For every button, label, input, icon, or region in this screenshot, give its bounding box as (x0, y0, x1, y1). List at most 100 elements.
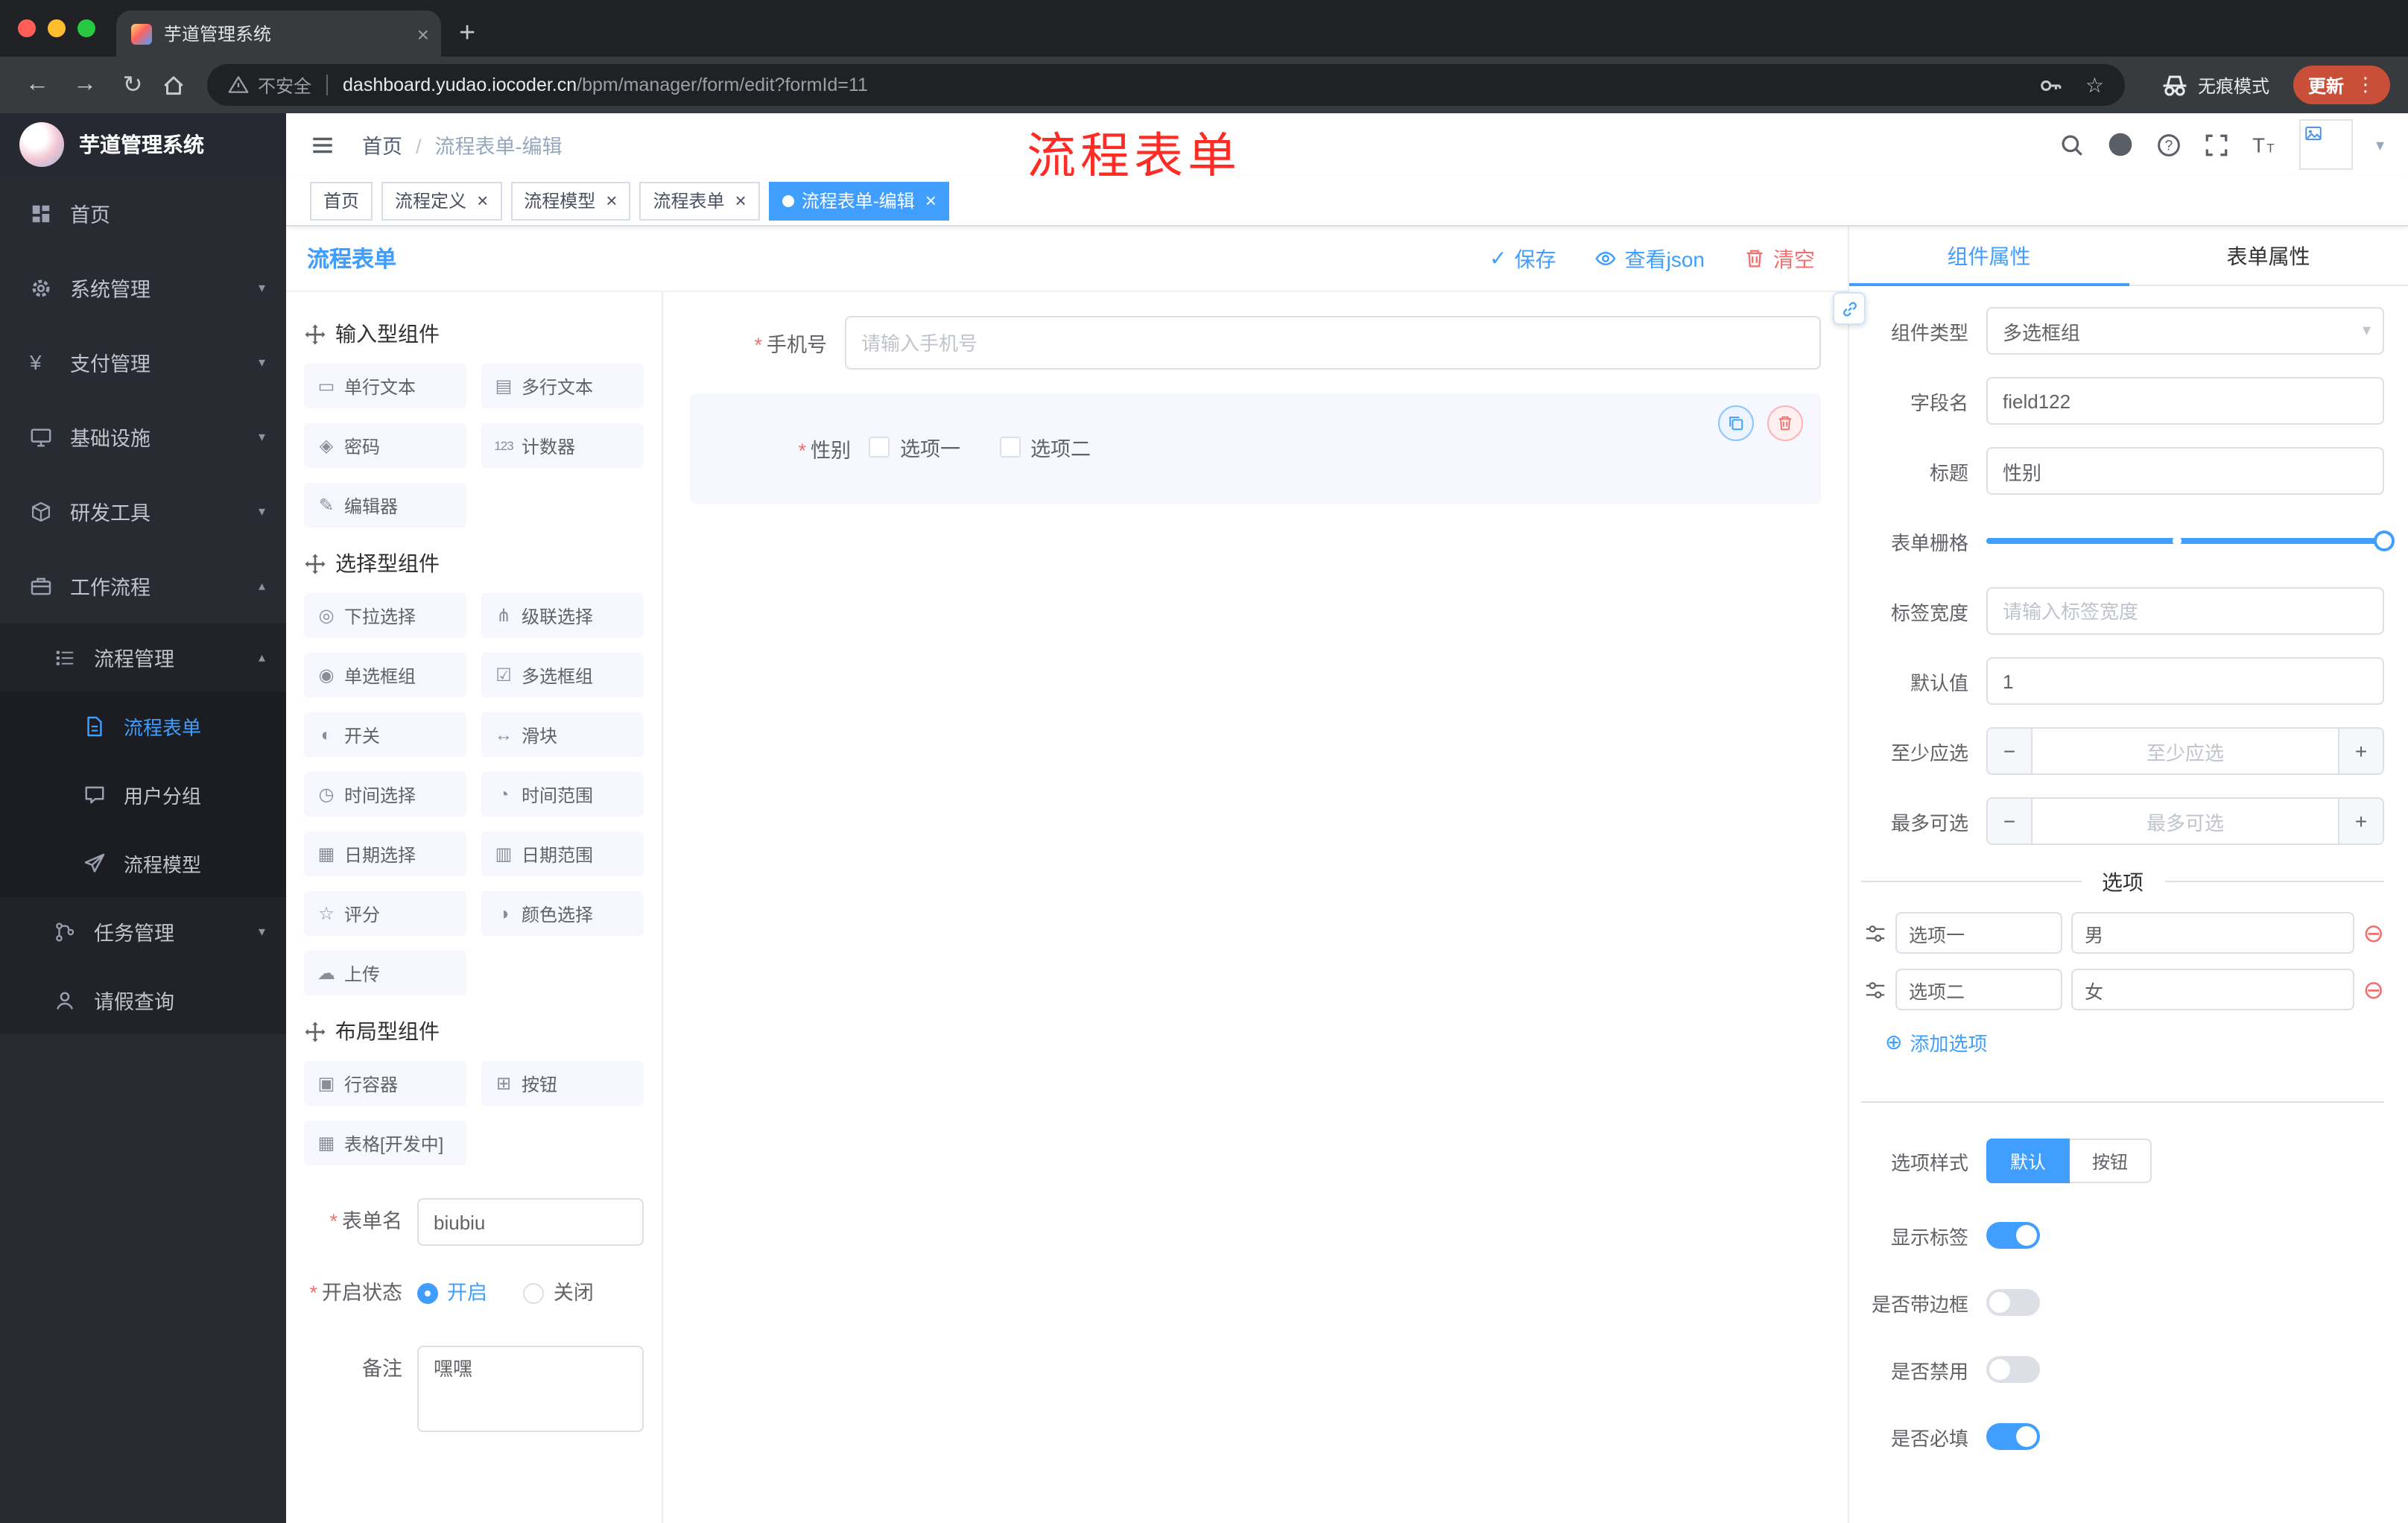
help-icon[interactable]: ? (2157, 132, 2182, 157)
forward-button[interactable]: → (66, 72, 104, 98)
tag-4[interactable]: 流程表单-编辑 × (768, 181, 950, 220)
increase-button[interactable]: + (2338, 799, 2383, 843)
tag-close-icon[interactable]: × (925, 189, 937, 212)
sidebar-item-user[interactable]: 请假查询 (0, 966, 286, 1034)
remove-option-icon[interactable]: ⊖ (2363, 977, 2385, 1002)
delete-field-button[interactable] (1767, 405, 1803, 441)
search-icon[interactable] (2060, 132, 2085, 157)
tab-close-icon[interactable]: × (417, 22, 429, 45)
decrease-button[interactable]: − (1988, 799, 2032, 843)
view-json-button[interactable]: 查看json (1595, 244, 1705, 273)
with-border-switch[interactable] (1986, 1289, 2040, 1317)
browser-menu-icon[interactable]: ⋮ (2356, 73, 2375, 97)
component-item-date-range[interactable]: ▥ 日期范围 (481, 832, 644, 876)
option-label-input[interactable] (1895, 969, 2062, 1010)
component-item-table[interactable]: ▦ 表格[开发中] (304, 1121, 466, 1165)
fullscreen-icon[interactable] (2205, 132, 2230, 157)
tag-close-icon[interactable]: × (477, 189, 488, 212)
component-item-time[interactable]: ◷ 时间选择 (304, 772, 466, 817)
browser-tab[interactable]: 芋道管理系统 × (116, 10, 441, 57)
sidebar-item-briefcase[interactable]: 工作流程 ▴ (0, 548, 286, 623)
component-item-checkbox[interactable]: ☑ 多选框组 (481, 653, 644, 697)
sidebar-item-send[interactable]: 流程模型 (0, 829, 286, 897)
component-type-select[interactable] (1986, 307, 2384, 355)
password-key-icon[interactable] (2039, 72, 2065, 98)
github-icon[interactable] (2108, 131, 2135, 158)
component-item-switch[interactable]: ◐ 开关 (304, 712, 466, 757)
tag-close-icon[interactable]: × (735, 189, 747, 212)
component-item-select[interactable]: ◎ 下拉选择 (304, 593, 466, 638)
status-on-radio[interactable]: 开启 (417, 1270, 487, 1317)
collapse-sidebar-button[interactable] (310, 132, 335, 157)
component-item-input[interactable]: ▭ 单行文本 (304, 364, 466, 408)
title-input[interactable] (1986, 447, 2384, 495)
tag-2[interactable]: 流程模型 × (510, 181, 631, 220)
maximize-window-button[interactable] (77, 19, 95, 37)
avatar-caret-icon[interactable]: ▾ (2376, 135, 2384, 154)
clear-button[interactable]: 清空 (1743, 244, 1815, 273)
breadcrumb-home[interactable]: 首页 (362, 136, 402, 158)
label-width-input[interactable] (1986, 587, 2384, 635)
reload-button[interactable]: ↻ (113, 70, 152, 100)
new-tab-button[interactable]: + (459, 18, 475, 51)
gender-option-0[interactable]: 选项一 (869, 432, 960, 462)
remark-textarea[interactable]: 嘿嘿 (417, 1346, 644, 1432)
home-button[interactable] (161, 72, 186, 98)
component-item-color[interactable]: ◑ 颜色选择 (481, 891, 644, 936)
component-item-rate[interactable]: ☆ 评分 (304, 891, 466, 936)
style-button-button[interactable]: 按钮 (2070, 1139, 2152, 1183)
checkbox-icon[interactable] (869, 437, 890, 457)
show-label-switch[interactable] (1986, 1222, 2040, 1250)
component-item-upload[interactable]: ☁ 上传 (304, 951, 466, 995)
max-select-value[interactable]: 最多可选 (2032, 799, 2338, 843)
update-chrome-button[interactable]: 更新 ⋮ (2293, 66, 2390, 104)
sidebar-item-list[interactable]: 流程管理 ▴ (0, 623, 286, 691)
component-item-password[interactable]: ◈ 密码 (304, 423, 466, 468)
drag-handle-icon[interactable] (1864, 978, 1886, 1001)
component-item-row[interactable]: ▣ 行容器 (304, 1061, 466, 1106)
tag-1[interactable]: 流程定义 × (381, 181, 502, 220)
option-value-input[interactable] (2071, 969, 2354, 1010)
sidebar-item-chat[interactable]: 用户分组 (0, 760, 286, 829)
component-item-editor[interactable]: ✎ 编辑器 (304, 483, 466, 528)
add-option-button[interactable]: ⊕ 添加选项 (1885, 1028, 1988, 1057)
disabled-switch[interactable] (1986, 1356, 2040, 1384)
sidebar-item-yen[interactable]: ¥ 支付管理 ▾ (0, 325, 286, 399)
phone-input[interactable] (845, 316, 1821, 370)
component-item-button[interactable]: ⊞ 按钮 (481, 1061, 644, 1106)
user-avatar[interactable] (2299, 119, 2354, 170)
sidebar-item-document[interactable]: 流程表单 (0, 691, 286, 760)
min-select-value[interactable]: 至少应选 (2032, 729, 2338, 773)
component-item-textarea[interactable]: ▤ 多行文本 (481, 364, 644, 408)
tag-close-icon[interactable]: × (606, 189, 617, 212)
option-value-input[interactable] (2071, 912, 2354, 954)
sidebar-item-gear[interactable]: 系统管理 ▾ (0, 250, 286, 325)
component-item-radio[interactable]: ◉ 单选框组 (304, 653, 466, 697)
save-button[interactable]: ✓ 保存 (1489, 244, 1556, 273)
phone-field[interactable]: 手机号 (690, 316, 1821, 370)
style-default-button[interactable]: 默认 (1986, 1139, 2070, 1183)
gender-field-selected[interactable]: 性别 选项一 选项二 (690, 393, 1821, 504)
component-item-counter[interactable]: 123 计数器 (481, 423, 644, 468)
grid-slider[interactable] (1986, 517, 2395, 565)
increase-button[interactable]: + (2338, 729, 2383, 773)
sidebar-item-cube[interactable]: 研发工具 ▾ (0, 474, 286, 548)
close-window-button[interactable] (18, 19, 36, 37)
font-size-icon[interactable]: TT (2252, 132, 2278, 157)
tag-3[interactable]: 流程表单 × (639, 181, 760, 220)
link-button[interactable] (1833, 292, 1866, 325)
back-button[interactable]: ← (18, 72, 57, 98)
tab-form-props[interactable]: 表单属性 (2129, 227, 2408, 285)
form-name-input[interactable] (417, 1198, 644, 1246)
decrease-button[interactable]: − (1988, 729, 2032, 773)
minimize-window-button[interactable] (48, 19, 66, 37)
status-off-radio[interactable]: 关闭 (523, 1270, 594, 1317)
required-switch[interactable] (1986, 1423, 2040, 1451)
sidebar-item-dashboard[interactable]: 首页 (0, 176, 286, 250)
tag-0[interactable]: 首页 (310, 181, 373, 220)
default-value-input[interactable] (1986, 657, 2384, 705)
bookmark-star-icon[interactable]: ☆ (2085, 72, 2104, 98)
copy-field-button[interactable] (1718, 405, 1754, 441)
tab-component-props[interactable]: 组件属性 (1849, 227, 2129, 286)
component-item-time-range[interactable]: ◔ 时间范围 (481, 772, 644, 817)
